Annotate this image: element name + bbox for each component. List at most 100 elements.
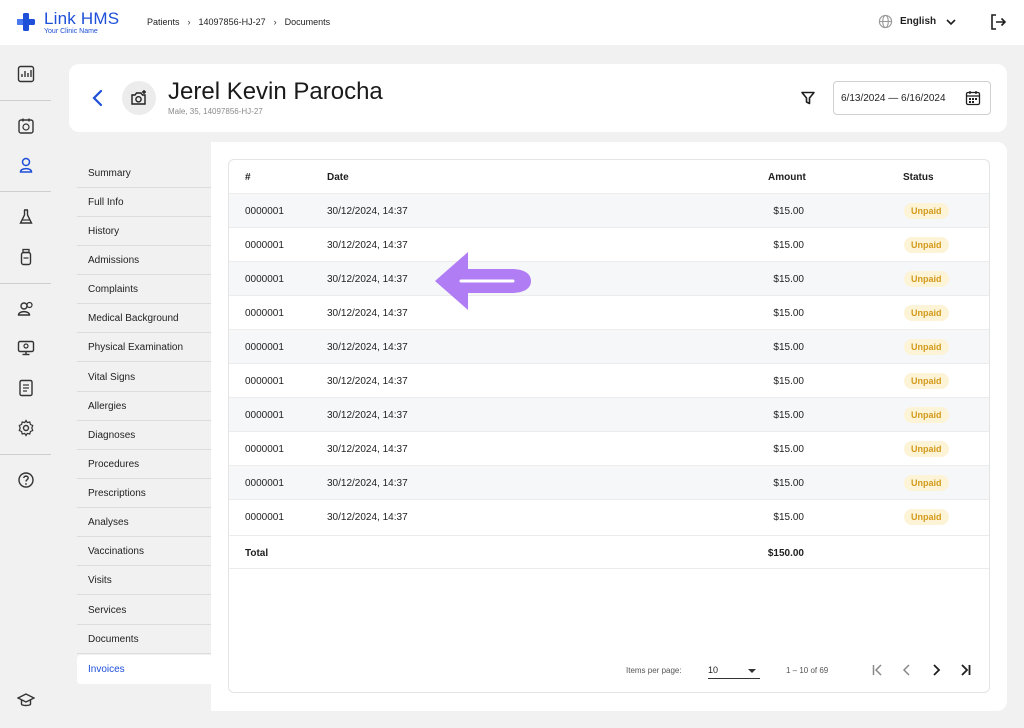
nav-summary[interactable]: Summary xyxy=(77,159,211,188)
nav-analyses[interactable]: Analyses xyxy=(77,508,211,537)
invoice-amount: $15.00 xyxy=(773,444,804,455)
nav-vital-signs[interactable]: Vital Signs xyxy=(77,363,211,392)
avatar[interactable] xyxy=(122,81,156,115)
next-page-icon[interactable] xyxy=(928,662,944,678)
invoice-date: 30/12/2024, 14:37 xyxy=(327,410,408,421)
nav-diagnoses[interactable]: Diagnoses xyxy=(77,421,211,450)
chevron-right-icon: › xyxy=(187,17,191,27)
table-row[interactable]: 0000001 30/12/2024, 14:37 $15.00 Unpaid xyxy=(229,397,989,431)
column-header-amount[interactable]: Amount xyxy=(768,172,806,183)
nav-physical-examination[interactable]: Physical Examination xyxy=(77,333,211,362)
app-logo[interactable]: Link HMS Your Clinic Name xyxy=(16,10,119,35)
invoice-amount: $15.00 xyxy=(773,240,804,251)
invoice-amount: $15.00 xyxy=(773,206,804,217)
pharmacy-icon[interactable] xyxy=(0,245,51,269)
invoice-number: 0000001 xyxy=(245,410,284,421)
education-icon[interactable] xyxy=(0,688,51,712)
nav-medical-background[interactable]: Medical Background xyxy=(77,304,211,333)
reports-icon[interactable] xyxy=(0,376,51,400)
monitor-icon[interactable] xyxy=(0,336,51,360)
add-photo-icon xyxy=(131,90,146,105)
nav-visits[interactable]: Visits xyxy=(77,566,211,595)
staff-icon[interactable] xyxy=(0,297,51,321)
nav-vaccinations[interactable]: Vaccinations xyxy=(77,537,211,566)
status-badge: Unpaid xyxy=(904,237,949,253)
table-row[interactable]: 0000001 30/12/2024, 14:37 $15.00 Unpaid xyxy=(229,363,989,397)
status-badge: Unpaid xyxy=(904,339,949,355)
nav-admissions[interactable]: Admissions xyxy=(77,246,211,275)
filter-icon[interactable] xyxy=(800,90,816,106)
date-range-picker[interactable]: 6/13/2024 — 6/16/2024 xyxy=(833,81,991,115)
column-header-number[interactable]: # xyxy=(245,172,251,183)
invoice-date: 30/12/2024, 14:37 xyxy=(327,478,408,489)
lab-icon[interactable] xyxy=(0,205,51,229)
nav-invoices[interactable]: Invoices xyxy=(77,655,211,684)
language-selector[interactable]: English xyxy=(878,14,956,29)
dashboard-icon[interactable] xyxy=(0,62,51,86)
invoice-date: 30/12/2024, 14:37 xyxy=(327,512,408,523)
rail-divider xyxy=(0,454,51,455)
rail-divider xyxy=(0,191,51,192)
status-badge: Unpaid xyxy=(904,441,949,457)
invoice-number: 0000001 xyxy=(245,308,284,319)
invoice-number: 0000001 xyxy=(245,444,284,455)
nav-allergies[interactable]: Allergies xyxy=(77,392,211,421)
last-page-icon[interactable] xyxy=(957,662,973,678)
nav-documents[interactable]: Documents xyxy=(77,625,211,654)
help-icon[interactable] xyxy=(0,468,51,492)
appointments-icon[interactable] xyxy=(0,114,51,138)
invoice-number: 0000001 xyxy=(245,478,284,489)
chevron-down-icon xyxy=(946,18,956,25)
invoices-table: # Date Amount Status 0000001 30/12/2024, … xyxy=(228,159,990,693)
patients-icon[interactable] xyxy=(0,153,51,177)
table-row[interactable]: 0000001 30/12/2024, 14:37 $15.00 Unpaid xyxy=(229,227,989,261)
nav-full-info[interactable]: Full Info xyxy=(77,188,211,217)
total-row: Total $150.00 xyxy=(229,535,989,569)
table-row[interactable]: 0000001 30/12/2024, 14:37 $15.00 Unpaid xyxy=(229,261,989,295)
patient-meta: Male, 35, 14097856-HJ-27 xyxy=(168,107,263,116)
first-page-icon[interactable] xyxy=(870,662,886,678)
back-arrow-icon[interactable] xyxy=(88,88,108,108)
calendar-icon[interactable] xyxy=(965,90,981,106)
breadcrumb-patients[interactable]: Patients xyxy=(147,17,180,27)
invoice-amount: $15.00 xyxy=(773,410,804,421)
breadcrumb-patient-id[interactable]: 14097856-HJ-27 xyxy=(199,17,266,27)
settings-icon[interactable] xyxy=(0,416,51,440)
invoice-date: 30/12/2024, 14:37 xyxy=(327,342,408,353)
table-row[interactable]: 0000001 30/12/2024, 14:37 $15.00 Unpaid xyxy=(229,295,989,329)
invoice-date: 30/12/2024, 14:37 xyxy=(327,444,408,455)
invoice-amount: $15.00 xyxy=(773,308,804,319)
invoice-date: 30/12/2024, 14:37 xyxy=(327,206,408,217)
nav-services[interactable]: Services xyxy=(77,596,211,625)
table-row[interactable]: 0000001 30/12/2024, 14:37 $15.00 Unpaid xyxy=(229,431,989,465)
nav-complaints[interactable]: Complaints xyxy=(77,275,211,304)
column-header-date[interactable]: Date xyxy=(327,172,349,183)
previous-page-icon[interactable] xyxy=(899,662,915,678)
logout-icon[interactable] xyxy=(989,13,1007,31)
clinic-name: Your Clinic Name xyxy=(44,28,98,35)
status-badge: Unpaid xyxy=(904,271,949,287)
side-rail xyxy=(0,45,51,728)
breadcrumb: Patients › 14097856-HJ-27 › Documents xyxy=(147,17,330,27)
items-per-page-label: Items per page: xyxy=(626,666,682,675)
column-header-status[interactable]: Status xyxy=(903,172,934,183)
status-badge: Unpaid xyxy=(904,475,949,491)
invoice-number: 0000001 xyxy=(245,342,284,353)
patient-name: Jerel Kevin Parocha xyxy=(168,78,383,105)
table-row[interactable]: 0000001 30/12/2024, 14:37 $15.00 Unpaid xyxy=(229,465,989,499)
breadcrumb-documents[interactable]: Documents xyxy=(285,17,331,27)
nav-procedures[interactable]: Procedures xyxy=(77,450,211,479)
globe-icon xyxy=(878,14,893,29)
nav-prescriptions[interactable]: Prescriptions xyxy=(77,479,211,508)
items-per-page-select[interactable]: 10 xyxy=(708,662,760,679)
invoice-date: 30/12/2024, 14:37 xyxy=(327,308,408,319)
invoice-amount: $15.00 xyxy=(773,512,804,523)
table-row[interactable]: 0000001 30/12/2024, 14:37 $15.00 Unpaid xyxy=(229,499,989,533)
table-row[interactable]: 0000001 30/12/2024, 14:37 $15.00 Unpaid xyxy=(229,329,989,363)
table-row[interactable]: 0000001 30/12/2024, 14:37 $15.00 Unpaid xyxy=(229,193,989,227)
invoice-amount: $15.00 xyxy=(773,478,804,489)
items-per-page-value: 10 xyxy=(708,665,719,675)
nav-history[interactable]: History xyxy=(77,217,211,246)
rail-divider xyxy=(0,283,51,284)
status-badge: Unpaid xyxy=(904,203,949,219)
